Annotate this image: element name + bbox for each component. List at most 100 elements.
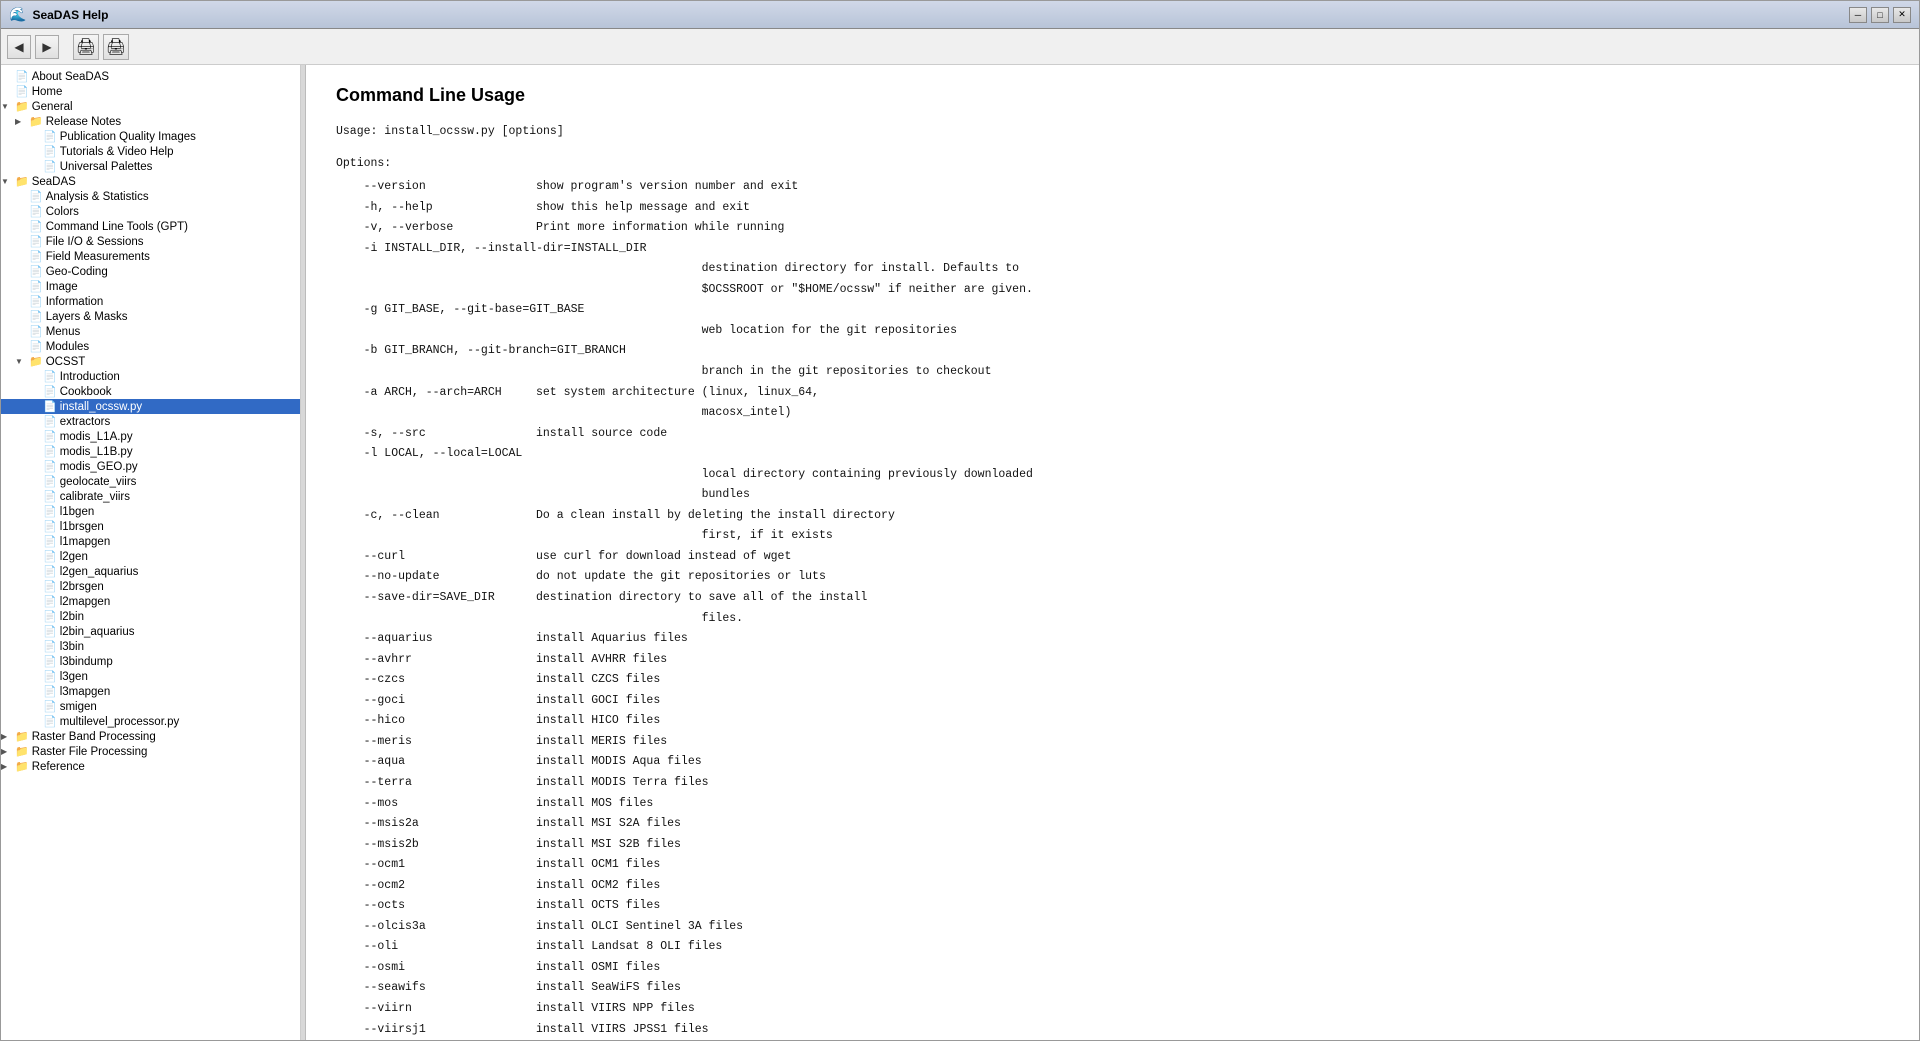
- sidebar-item-file-io[interactable]: 📄 File I/O & Sessions: [1, 234, 300, 249]
- sidebar-item-release-notes[interactable]: ▶ 📁 Release Notes: [1, 114, 300, 129]
- sidebar-item-l3gen[interactable]: 📄 l3gen: [1, 669, 300, 684]
- tree-label: install_ocssw.py: [60, 401, 142, 413]
- file-icon: 📄: [43, 130, 57, 143]
- option-row: -s, --src install source code: [336, 424, 1889, 444]
- sidebar-item-geolocate-viirs[interactable]: 📄 geolocate_viirs: [1, 474, 300, 489]
- sidebar-item-l1bgen[interactable]: 📄 l1bgen: [1, 504, 300, 519]
- print2-button[interactable]: 🖨: [103, 34, 129, 60]
- sidebar-item-universal[interactable]: 📄 Universal Palettes: [1, 159, 300, 174]
- sidebar-item-colors[interactable]: 📄 Colors: [1, 204, 300, 219]
- file-icon: 📄: [29, 235, 43, 248]
- option-desc: branch in the git repositories to checko…: [536, 362, 1889, 382]
- sidebar-item-raster-file[interactable]: ▶ 📁 Raster File Processing: [1, 744, 300, 759]
- sidebar-item-reference[interactable]: ▶ 📁 Reference: [1, 759, 300, 774]
- sidebar-item-layers-masks[interactable]: 📄 Layers & Masks: [1, 309, 300, 324]
- restore-button[interactable]: □: [1871, 7, 1889, 23]
- sidebar-item-multilevel[interactable]: 📄 multilevel_processor.py: [1, 714, 300, 729]
- sidebar-item-l2bin[interactable]: 📄 l2bin: [1, 609, 300, 624]
- sidebar-item-image[interactable]: 📄 Image: [1, 279, 300, 294]
- sidebar-item-l2bin-aquarius[interactable]: 📄 l2bin_aquarius: [1, 624, 300, 639]
- sidebar-item-l2gen[interactable]: 📄 l2gen: [1, 549, 300, 564]
- tree-label: l1mapgen: [60, 536, 111, 548]
- folder-icon: 📁: [15, 760, 29, 773]
- sidebar-item-l2brsgen[interactable]: 📄 l2brsgen: [1, 579, 300, 594]
- option-flag: --meris: [336, 732, 536, 752]
- file-icon: 📄: [29, 205, 43, 218]
- sidebar-item-cookbook[interactable]: 📄 Cookbook: [1, 384, 300, 399]
- tree-label: Layers & Masks: [46, 311, 128, 323]
- folder-icon: 📁: [29, 115, 43, 128]
- tree-label: OCSST: [46, 356, 86, 368]
- option-desc: macosx_intel): [536, 403, 1889, 423]
- sidebar-item-install-ocsswpy[interactable]: 📄 install_ocssw.py: [1, 399, 300, 414]
- sidebar-item-l2mapgen[interactable]: 📄 l2mapgen: [1, 594, 300, 609]
- sidebar-item-geo-coding[interactable]: 📄 Geo-Coding: [1, 264, 300, 279]
- sidebar-item-general[interactable]: ▼ 📁 General: [1, 99, 300, 114]
- sidebar-item-smigen[interactable]: 📄 smigen: [1, 699, 300, 714]
- option-row: --olcis3a install OLCI Sentinel 3A files: [336, 917, 1889, 937]
- tree-label: Analysis & Statistics: [46, 191, 149, 203]
- tree-label: SeaDAS: [32, 176, 76, 188]
- window-controls: ─ □ ✕: [1849, 7, 1911, 23]
- tree-label: Raster Band Processing: [32, 731, 156, 743]
- option-flag: [336, 465, 536, 485]
- option-flag: [336, 403, 536, 423]
- file-icon: 📄: [43, 385, 57, 398]
- option-row: --oli install Landsat 8 OLI files: [336, 937, 1889, 957]
- print-button[interactable]: 🖨: [73, 34, 99, 60]
- option-flag: [336, 362, 536, 382]
- sidebar-item-tutorials[interactable]: 📄 Tutorials & Video Help: [1, 144, 300, 159]
- sidebar-item-ocsst[interactable]: ▼ 📁 OCSST: [1, 354, 300, 369]
- sidebar-item-modis-l1a[interactable]: 📄 modis_L1A.py: [1, 429, 300, 444]
- sidebar[interactable]: 📄 About SeaDAS 📄 Home ▼ 📁 General ▶ 📁 Re…: [1, 65, 301, 1040]
- option-desc: install OCM2 files: [536, 876, 1889, 896]
- sidebar-item-l2gen-aquarius[interactable]: 📄 l2gen_aquarius: [1, 564, 300, 579]
- close-button[interactable]: ✕: [1893, 7, 1911, 23]
- tree-label: l1bgen: [60, 506, 95, 518]
- option-desc: install SeaWiFS files: [536, 978, 1889, 998]
- option-desc: install HICO files: [536, 711, 1889, 731]
- file-icon: 📄: [29, 190, 43, 203]
- sidebar-item-modules[interactable]: 📄 Modules: [1, 339, 300, 354]
- tree-toggle: ▼: [1, 102, 15, 111]
- sidebar-item-field-meas[interactable]: 📄 Field Measurements: [1, 249, 300, 264]
- option-row: --msis2a install MSI S2A files: [336, 814, 1889, 834]
- tree-label: modis_L1B.py: [60, 446, 133, 458]
- sidebar-item-analysis-stats[interactable]: 📄 Analysis & Statistics: [1, 189, 300, 204]
- sidebar-item-extractors[interactable]: 📄 extractors: [1, 414, 300, 429]
- option-desc: install VIIRS JPSS1 files: [536, 1020, 1889, 1040]
- sidebar-item-seadas[interactable]: ▼ 📁 SeaDAS: [1, 174, 300, 189]
- option-row: --seawifs install SeaWiFS files: [336, 978, 1889, 998]
- sidebar-item-l3mapgen[interactable]: 📄 l3mapgen: [1, 684, 300, 699]
- back-button[interactable]: ◀: [7, 35, 31, 59]
- option-flag: [336, 321, 536, 341]
- option-row: -l LOCAL, --local=LOCAL: [336, 444, 1889, 464]
- sidebar-item-modis-geo[interactable]: 📄 modis_GEO.py: [1, 459, 300, 474]
- sidebar-item-l1brsgen[interactable]: 📄 l1brsgen: [1, 519, 300, 534]
- option-desc: install GOCI files: [536, 691, 1889, 711]
- option-row: -i INSTALL_DIR, --install-dir=INSTALL_DI…: [336, 239, 1889, 259]
- sidebar-item-l1mapgen[interactable]: 📄 l1mapgen: [1, 534, 300, 549]
- sidebar-item-menus[interactable]: 📄 Menus: [1, 324, 300, 339]
- option-desc: install MODIS Aqua files: [536, 752, 1889, 772]
- sidebar-item-home[interactable]: 📄 Home: [1, 84, 300, 99]
- option-desc: [626, 341, 1889, 361]
- minimize-button[interactable]: ─: [1849, 7, 1867, 23]
- sidebar-item-pub-quality[interactable]: 📄 Publication Quality Images: [1, 129, 300, 144]
- sidebar-item-l3bindump[interactable]: 📄 l3bindump: [1, 654, 300, 669]
- sidebar-item-raster-band[interactable]: ▶ 📁 Raster Band Processing: [1, 729, 300, 744]
- sidebar-item-about[interactable]: 📄 About SeaDAS: [1, 69, 300, 84]
- file-icon: 📄: [43, 685, 57, 698]
- sidebar-item-introduction[interactable]: 📄 Introduction: [1, 369, 300, 384]
- forward-button[interactable]: ▶: [35, 35, 59, 59]
- usage-line: Usage: install_ocssw.py [options]: [336, 122, 1889, 142]
- option-flag: --czcs: [336, 670, 536, 690]
- sidebar-item-cmdline-tools[interactable]: 📄 Command Line Tools (GPT): [1, 219, 300, 234]
- sidebar-item-l3bin[interactable]: 📄 l3bin: [1, 639, 300, 654]
- sidebar-item-calibrate-viirs[interactable]: 📄 calibrate_viirs: [1, 489, 300, 504]
- tree-label: Image: [46, 281, 78, 293]
- sidebar-item-information[interactable]: 📄 Information: [1, 294, 300, 309]
- folder-icon: 📁: [15, 745, 29, 758]
- sidebar-item-modis-l1b[interactable]: 📄 modis_L1B.py: [1, 444, 300, 459]
- tree-label: Tutorials & Video Help: [60, 146, 174, 158]
